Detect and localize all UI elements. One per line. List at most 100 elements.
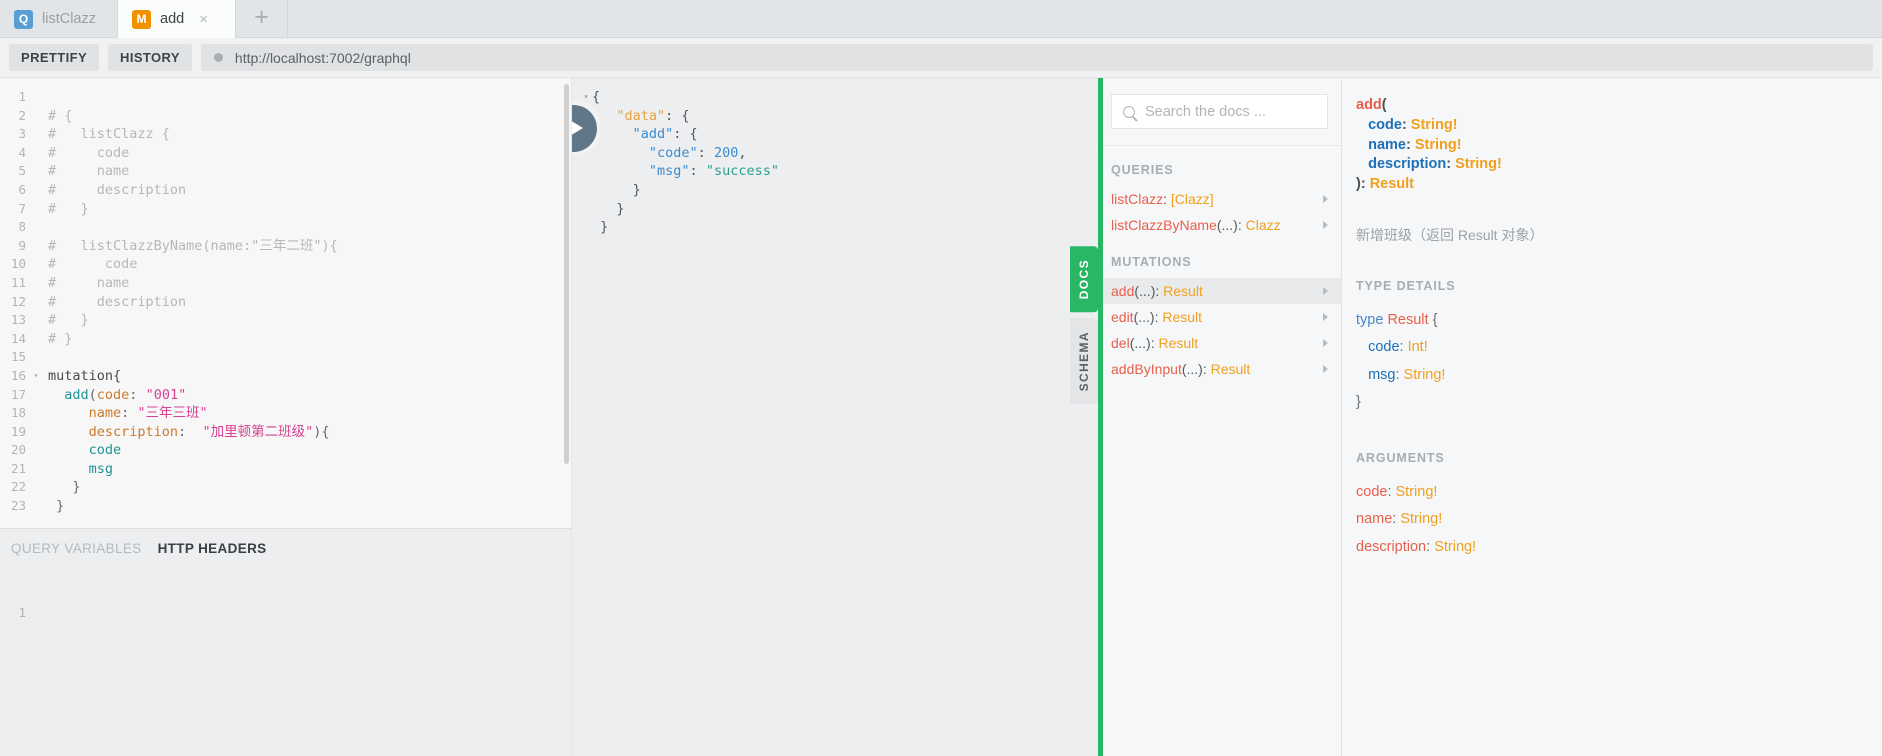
line-number: 3 bbox=[18, 126, 26, 142]
docs-field-args: (...) bbox=[1181, 361, 1203, 377]
code-token: # code bbox=[48, 256, 138, 273]
history-button[interactable]: HISTORY bbox=[108, 44, 192, 71]
code-token: code bbox=[96, 386, 130, 403]
response-line-content: "code": 200, bbox=[592, 144, 747, 163]
docs-field-sep: : bbox=[1202, 361, 1211, 377]
line-content: description: "加里顿第二班级"){ bbox=[42, 423, 330, 442]
docs-field-row[interactable]: listClazzByName(...): Clazz bbox=[1098, 212, 1341, 238]
code-token: "add" bbox=[592, 126, 674, 143]
docs-field-label: addByInput(...): Result bbox=[1111, 361, 1323, 377]
docs-explorer-panel: Search the docs ... QUERIES listClazz: [C… bbox=[1098, 78, 1342, 756]
editor-scrollbar[interactable] bbox=[564, 84, 569, 464]
code-token: { bbox=[592, 89, 601, 105]
response-line-content: "add": { bbox=[592, 125, 698, 144]
editor-tab-add[interactable]: Madd × bbox=[118, 0, 236, 38]
line-content: # name bbox=[42, 274, 129, 293]
code-token: add bbox=[48, 386, 89, 403]
response-line: "code": 200, bbox=[580, 144, 1098, 163]
code-token: # { bbox=[48, 107, 73, 124]
toolbar: PRETTIFY HISTORY http://localhost:7002/g… bbox=[0, 38, 1882, 78]
signature-line: ): Result bbox=[1342, 175, 1882, 195]
play-icon bbox=[572, 119, 583, 137]
docs-accent-bar bbox=[1098, 78, 1103, 756]
docs-search-input[interactable]: Search the docs ... bbox=[1111, 94, 1328, 129]
code-token: ( bbox=[88, 386, 97, 403]
argument-name: description bbox=[1356, 538, 1427, 555]
code-token: code bbox=[1356, 116, 1402, 133]
code-token: Result bbox=[1369, 176, 1415, 193]
line-number: 17 bbox=[10, 386, 26, 402]
line-content: mutation{ bbox=[42, 367, 121, 386]
type-detail-line: type Result { bbox=[1342, 307, 1882, 335]
prettify-button[interactable]: PRETTIFY bbox=[9, 44, 100, 71]
code-token: "data" bbox=[592, 107, 666, 124]
docs-field-row[interactable]: add(...): Result bbox=[1098, 278, 1341, 304]
field-description: 新增班级（返回 Result 对象） bbox=[1356, 226, 1544, 243]
editor-tab-listClazz[interactable]: QlistClazz bbox=[0, 0, 118, 38]
line-number: 4 bbox=[18, 144, 26, 160]
docs-field-row[interactable]: del(...): Result bbox=[1098, 330, 1341, 356]
side-tab-strip: DOCS SCHEMA bbox=[1070, 246, 1098, 411]
line-number: 12 bbox=[10, 293, 26, 309]
code-line: 21 msg bbox=[0, 460, 571, 479]
execute-query-button[interactable] bbox=[572, 104, 597, 152]
line-content: name: "三年三班" bbox=[42, 404, 208, 423]
side-tab-docs[interactable]: DOCS bbox=[1070, 246, 1098, 313]
type-detail-line: code: Int! bbox=[1342, 334, 1882, 362]
code-token: # code bbox=[48, 144, 130, 161]
field-signature: add( code: String! name: String! descrip… bbox=[1342, 96, 1882, 195]
code-line: 15 bbox=[0, 348, 571, 367]
code-token: } bbox=[1356, 394, 1361, 411]
line-content: # description bbox=[42, 293, 186, 312]
variables-tab-query-variables[interactable]: QUERY VARIABLES bbox=[11, 541, 142, 556]
fold-toggle-icon[interactable]: ▾ bbox=[30, 367, 42, 386]
type-detail-line: msg: String! bbox=[1342, 362, 1882, 390]
tab-label: listClazz bbox=[42, 11, 96, 27]
line-content: # listClazzByName(name:"三年二班"){ bbox=[42, 237, 338, 256]
line-number: 14 bbox=[10, 330, 26, 346]
variables-line-number: 1 bbox=[18, 605, 26, 621]
code-token: : { bbox=[665, 107, 690, 124]
line-number: 23 bbox=[10, 498, 26, 514]
line-number: 15 bbox=[10, 349, 26, 365]
docs-field-row[interactable]: listClazz: [Clazz] bbox=[1098, 186, 1341, 212]
code-token: String! bbox=[1455, 156, 1502, 173]
query-editor[interactable]: 1 2 # {3 # listClazz {4 # code 5 # name 6 # desc… bbox=[0, 78, 571, 528]
docs-detail-panel: add( code: String! name: String! descrip… bbox=[1342, 78, 1882, 756]
code-token: "加里顿第二班级" bbox=[202, 423, 314, 440]
docs-field-row[interactable]: addByInput(...): Result bbox=[1098, 356, 1341, 382]
code-line: 23 } bbox=[0, 497, 571, 516]
argument-line: code: String! bbox=[1342, 479, 1882, 507]
side-tab-schema[interactable]: SCHEMA bbox=[1070, 318, 1098, 405]
variables-tab-http-headers[interactable]: HTTP HEADERS bbox=[158, 541, 267, 556]
line-content: # } bbox=[42, 311, 89, 330]
code-line: 11 # name bbox=[0, 274, 571, 293]
argument-sep: : bbox=[1426, 538, 1435, 555]
add-tab-button[interactable]: + bbox=[236, 0, 288, 38]
line-number: 16 bbox=[10, 367, 26, 383]
close-icon[interactable]: × bbox=[199, 12, 208, 27]
docs-field-row[interactable]: edit(...): Result bbox=[1098, 304, 1341, 330]
line-number: 7 bbox=[18, 200, 26, 216]
docs-search-placeholder: Search the docs ... bbox=[1145, 103, 1266, 120]
line-content: # } bbox=[42, 200, 89, 219]
variables-editor[interactable]: 1 bbox=[0, 567, 571, 756]
endpoint-url-text: http://localhost:7002/graphql bbox=[234, 49, 411, 66]
chevron-right-icon bbox=[1323, 365, 1328, 373]
endpoint-url-field[interactable]: http://localhost:7002/graphql bbox=[200, 44, 1873, 71]
line-number: 6 bbox=[18, 181, 26, 197]
docs-field-type: Result bbox=[1158, 335, 1199, 351]
signature-line: add( bbox=[1342, 96, 1882, 116]
line-content: code bbox=[42, 441, 122, 460]
code-line: 18 name: "三年三班" bbox=[0, 404, 571, 423]
code-token: , bbox=[738, 144, 747, 161]
response-line: ▾{ bbox=[580, 88, 1098, 107]
line-number: 20 bbox=[10, 442, 26, 458]
code-token: description bbox=[1356, 156, 1447, 173]
query-editor-column: 1 2 # {3 # listClazz {4 # code 5 # name 6 # desc… bbox=[0, 78, 572, 756]
code-token: } bbox=[48, 498, 65, 515]
tab-bar-filler bbox=[288, 0, 1882, 38]
chevron-right-icon bbox=[1323, 287, 1328, 295]
code-token: : bbox=[689, 163, 706, 180]
line-number: 18 bbox=[10, 405, 26, 421]
